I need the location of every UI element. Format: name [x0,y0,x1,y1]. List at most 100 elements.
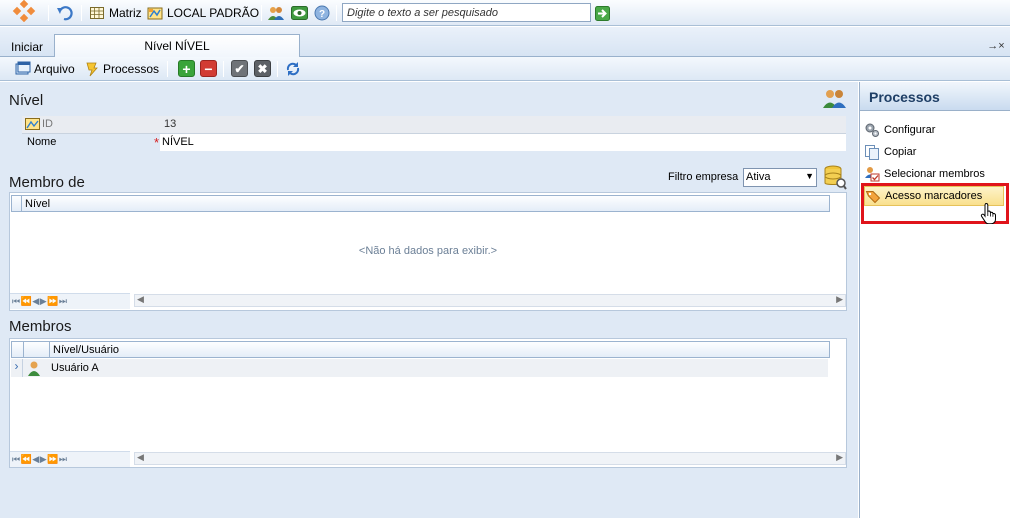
hand-cursor-icon [980,202,1000,227]
selecionar-membros-label: Selecionar membros [884,168,985,180]
tab-nivel[interactable]: Nível NÍVEL [54,34,300,57]
help-icon[interactable]: ? [314,4,330,22]
grid-pager[interactable]: ⏮ ⏪ ◀ ▶ ⏩ ⏭ [10,451,130,467]
processos-label: Processos [103,62,160,76]
lightning-icon [84,61,100,77]
toolbar-separator [336,5,337,21]
arquivo-menu[interactable]: Arquivo [15,60,75,78]
configurar-item[interactable]: Configurar [864,120,1006,140]
cancel-button[interactable]: ✖ [254,60,271,77]
name-row: Nome * NÍVEL [22,134,846,151]
window-icon [15,61,31,77]
table-row[interactable]: › Usuário A [11,359,828,377]
arquivo-label: Arquivo [34,62,75,76]
name-field[interactable]: NÍVEL [160,134,846,151]
user-icon [26,360,42,379]
check-icon: ✔ [234,61,245,76]
row-pointer-icon: › [11,359,23,377]
copiar-item[interactable]: Copiar [864,142,1006,162]
empty-message: <Não há dados para exibir.> [358,245,498,257]
id-field-icon [25,117,40,134]
matriz-label: Matriz [109,6,142,20]
top-toolbar: Matriz LOCAL PADRÃO ? [0,0,1010,26]
tab-iniciar[interactable]: Iniciar [4,36,50,57]
name-label: Nome [27,136,57,148]
select-members-icon [864,166,880,182]
tab-controls[interactable]: →× [984,35,1008,56]
panel-title: Processos [860,82,1010,111]
acesso-marcadores-label: Acesso marcadores [885,190,983,202]
toolbar-separator [277,61,278,77]
pager-nav[interactable]: ⏮ ⏪ ◀ ▶ ⏩ ⏭ [12,454,67,465]
id-label: ID [42,118,53,130]
refresh-icon [285,61,301,77]
search-go-button[interactable] [595,5,611,23]
scroll-right-icon[interactable]: ▶ [836,294,843,305]
undo-icon[interactable] [56,4,74,22]
horizontal-scrollbar[interactable]: ◀ ▶ [134,294,846,307]
grid-icon [89,5,105,21]
main-content: Nível ID 13 Nome * NÍVEL Membro de Filtr… [0,82,858,518]
id-value: 13 [164,118,177,130]
confirm-button[interactable]: ✔ [231,60,248,77]
scroll-left-icon[interactable]: ◀ [137,294,144,305]
close-icon: ✖ [257,61,268,76]
required-marker: * [154,135,160,150]
app-logo-icon[interactable] [11,0,37,22]
filter-value: Ativa [746,171,771,183]
copy-icon [864,144,880,160]
membro-de-title: Membro de [9,174,85,191]
filter-select[interactable]: Ativa ▼ [743,168,817,187]
processos-panel: Processos Configurar Copiar Selecionar m… [859,82,1010,518]
toolbar-separator [81,5,82,21]
horizontal-scrollbar[interactable]: ◀ ▶ [134,452,846,465]
copiar-label: Copiar [884,146,917,158]
row-indicator-header [12,342,24,357]
toolbar-separator [261,5,262,21]
row-indicator-header [12,196,22,211]
local-icon [147,5,163,21]
toolbar-separator [223,61,224,77]
arrow-right-icon [595,6,611,22]
chevron-down-icon: ▼ [805,171,814,181]
name-value: NÍVEL [162,136,194,148]
membros-title: Membros [9,318,72,335]
refresh-button[interactable] [285,60,301,78]
tag-icon [865,188,881,204]
users-icon[interactable] [267,4,285,22]
grid-pager[interactable]: ⏮ ⏪ ◀ ▶ ⏩ ⏭ [10,293,130,309]
grid-header: Nível [11,195,830,212]
id-row: ID 13 [22,116,846,133]
tab-strip: Iniciar Nível NÍVEL →× [0,27,1010,57]
scroll-right-icon[interactable]: ▶ [836,452,843,463]
svg-text:?: ? [319,9,325,20]
matriz-button[interactable]: Matriz [89,4,142,22]
view-icon[interactable] [291,4,308,22]
plus-icon: + [182,60,191,77]
local-label: LOCAL PADRÃO [167,6,260,20]
icon-column-header [24,342,50,357]
form-title: Nível [9,92,44,109]
filter-label: Filtro empresa [668,171,739,183]
toolbar-separator [48,5,49,21]
search-input[interactable] [342,3,591,22]
local-button[interactable]: LOCAL PADRÃO [147,4,259,22]
minus-icon: − [204,60,213,77]
filter-db-icon[interactable] [823,164,847,193]
user-name: Usuário A [51,362,99,374]
selecionar-membros-item[interactable]: Selecionar membros [864,164,1006,184]
membro-de-grid: Nível <Não há dados para exibir.> ⏮ ⏪ ◀ … [9,192,847,311]
add-button[interactable]: + [178,60,195,77]
remove-button[interactable]: − [200,60,217,77]
grid-header: Nível/Usuário [11,341,830,358]
pager-nav[interactable]: ⏮ ⏪ ◀ ▶ ⏩ ⏭ [12,296,67,307]
processos-menu[interactable]: Processos [84,60,159,78]
scroll-left-icon[interactable]: ◀ [137,452,144,463]
membros-grid: Nível/Usuário › Usuário A ⏮ ⏪ ◀ ▶ ⏩ ⏭ ◀ … [9,338,847,468]
configurar-label: Configurar [884,124,936,136]
column-nivel-usuario[interactable]: Nível/Usuário [53,344,119,356]
gears-icon [864,122,880,138]
column-nivel[interactable]: Nível [25,198,50,210]
document-toolbar: Arquivo Processos + − ✔ ✖ [0,57,1010,81]
members-icon[interactable] [822,88,848,113]
